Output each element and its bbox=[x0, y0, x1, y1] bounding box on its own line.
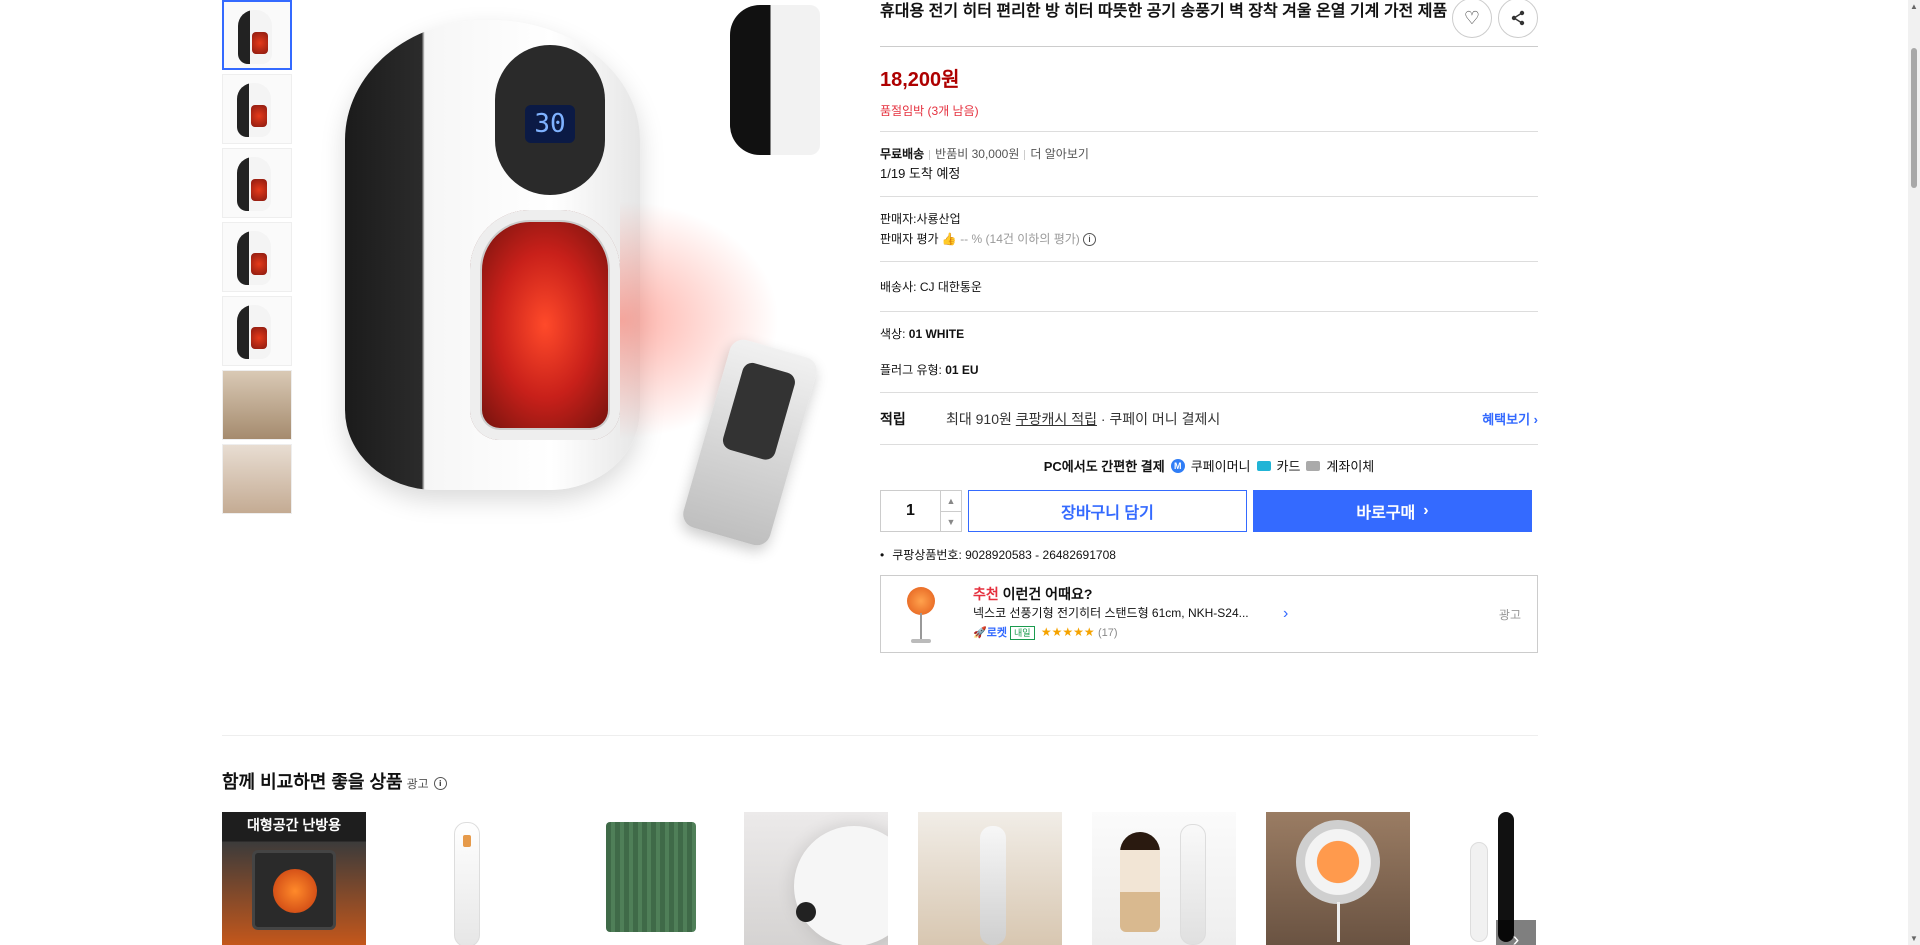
reward-section: 적립 최대 910원 쿠팡캐시 적립 · 쿠페이 머니 결제시 혜택보기 › bbox=[880, 392, 1538, 444]
tomorrow-badge: 내일 bbox=[1009, 626, 1035, 640]
scroll-up-icon[interactable]: ▲ bbox=[1910, 2, 1918, 11]
thumbnail-7[interactable] bbox=[222, 444, 292, 514]
thumbnail-list bbox=[222, 0, 294, 518]
add-to-cart-button[interactable]: 장바구니 담기 bbox=[968, 490, 1247, 532]
quantity-value[interactable]: 1 bbox=[881, 491, 941, 531]
buy-now-button[interactable]: 바로구매 › bbox=[1253, 490, 1532, 532]
compare-item-6[interactable] bbox=[1092, 812, 1236, 945]
stock-notice: 품절임박 (3개 남음) bbox=[880, 104, 979, 118]
thumbnail-2[interactable] bbox=[222, 74, 292, 144]
payment-coupay: 쿠페이머니 bbox=[1190, 459, 1251, 474]
bank-icon bbox=[1306, 460, 1321, 471]
quantity-up-icon[interactable]: ▲ bbox=[941, 491, 961, 511]
recommend-heading: 이런건 어때요? bbox=[1002, 586, 1093, 602]
compare-item-4[interactable] bbox=[744, 812, 888, 945]
coupay-money-icon: M bbox=[1170, 458, 1185, 473]
main-product-image: 30 bbox=[320, 0, 840, 549]
chevron-right-icon[interactable]: › bbox=[1283, 605, 1288, 623]
heater-side-view bbox=[730, 5, 820, 155]
product-info: 휴대용 전기 히터 편리한 방 히터 따뜻한 공기 송풍기 벽 장착 겨울 온열… bbox=[880, 0, 1538, 653]
thumbs-up-icon: 👍 bbox=[941, 232, 957, 246]
payment-card: 카드 bbox=[1276, 459, 1301, 474]
payment-heading: PC에서도 간편한 결제 bbox=[1043, 459, 1165, 474]
shipping-section: 무료배송 반품비 30,000원 더 알아보기 1/19 도착 예정 bbox=[880, 131, 1538, 196]
shipping-more-link[interactable]: 더 알아보기 bbox=[1030, 147, 1089, 161]
compare-item-3[interactable] bbox=[570, 812, 714, 945]
arrival-date: 1/19 도착 예정 bbox=[880, 166, 961, 181]
title-row: 휴대용 전기 히터 편리한 방 히터 따뜻한 공기 송풍기 벽 장착 겨울 온열… bbox=[880, 0, 1538, 47]
thumbnail-6[interactable] bbox=[222, 370, 292, 440]
benefit-link[interactable]: 혜택보기 › bbox=[1482, 409, 1538, 428]
reward-prefix: 최대 910원 bbox=[946, 410, 1012, 427]
coupang-cash-link[interactable]: 쿠팡캐시 적립 bbox=[1016, 411, 1097, 427]
chevron-right-icon: › bbox=[1423, 502, 1429, 519]
scroll-thumb[interactable] bbox=[1911, 48, 1917, 188]
seller-label: 판매자: bbox=[880, 212, 917, 226]
delivery-company: CJ 대한통운 bbox=[919, 280, 982, 294]
heart-icon[interactable]: ♡ bbox=[1452, 0, 1492, 38]
thumbnail-5[interactable] bbox=[222, 296, 292, 366]
return-fee: 반품비 30,000원 bbox=[935, 147, 1020, 161]
compare-product-list: 대형공간 난방용 bbox=[222, 812, 1538, 945]
seller-name[interactable]: 사룡산업 bbox=[916, 212, 960, 226]
card-icon bbox=[1256, 460, 1271, 471]
seller-section: 판매자:사룡산업 판매자 평가 👍 -- % (14건 이하의 평가) i bbox=[880, 196, 1538, 261]
purchase-row: 1 ▲ ▼ 장바구니 담기 바로구매 › bbox=[880, 490, 1538, 532]
recommend-product-name[interactable]: 넥스코 선풍기형 전기히터 스탠드형 61cm, NKH-S24... bbox=[973, 604, 1273, 623]
thumbnail-3[interactable] bbox=[222, 148, 292, 218]
review-count: (17) bbox=[1097, 627, 1118, 639]
delivery-section: 배송사: CJ 대한통운 bbox=[880, 261, 1538, 311]
compare-item-2[interactable] bbox=[396, 812, 540, 945]
option-plug[interactable]: 플러그 유형: 01 EU bbox=[880, 352, 1538, 388]
info-icon[interactable]: i bbox=[433, 776, 447, 790]
quantity-stepper[interactable]: 1 ▲ ▼ bbox=[880, 490, 962, 532]
thumbnail-1[interactable] bbox=[222, 0, 292, 70]
quantity-down-icon[interactable]: ▼ bbox=[941, 511, 961, 532]
compare-ad-label: 광고 bbox=[406, 777, 429, 791]
thumbnail-4[interactable] bbox=[222, 222, 292, 292]
product-number: 쿠팡상품번호: 9028920583 - 26482691708 bbox=[880, 546, 1538, 563]
compare-item-1[interactable]: 대형공간 난방용 bbox=[222, 812, 366, 945]
payment-bank: 계좌이체 bbox=[1326, 459, 1375, 474]
share-icon[interactable] bbox=[1498, 0, 1538, 38]
product-title: 휴대용 전기 히터 편리한 방 히터 따뜻한 공기 송풍기 벽 장착 겨울 온열… bbox=[880, 3, 1448, 20]
compare-item-7[interactable] bbox=[1266, 812, 1410, 945]
reward-label: 적립 bbox=[880, 410, 906, 427]
info-icon[interactable]: i bbox=[1083, 233, 1097, 247]
recommend-card[interactable]: 추천 이런건 어때요? 넥스코 선풍기형 전기히터 스탠드형 61cm, NKH… bbox=[880, 575, 1538, 653]
rocket-delivery-badge: 🚀로켓 bbox=[973, 627, 1007, 639]
ad-label: 광고 bbox=[1498, 607, 1521, 622]
page-scrollbar[interactable]: ▲ ▼ bbox=[1908, 0, 1920, 945]
carousel-next-button[interactable]: › bbox=[1496, 920, 1536, 945]
option-color[interactable]: 색상: 01 WHITE bbox=[880, 316, 1538, 352]
heater-display: 30 bbox=[525, 105, 575, 143]
recommend-tag: 추천 bbox=[973, 586, 999, 602]
compare-item-banner: 대형공간 난방용 bbox=[246, 817, 342, 833]
rating-stars: ★★★★★ bbox=[1040, 625, 1095, 639]
compare-section-title: 함께 비교하면 좋을 상품 광고 i bbox=[222, 768, 447, 794]
payment-methods: PC에서도 간편한 결제 M 쿠페이머니 카드 계좌이체 bbox=[880, 444, 1538, 486]
seller-rating-label: 판매자 평가 bbox=[880, 232, 939, 246]
free-shipping-label: 무료배송 bbox=[880, 147, 925, 161]
options-section: 색상: 01 WHITE 플러그 유형: 01 EU bbox=[880, 311, 1538, 392]
heater-grill bbox=[470, 210, 620, 440]
delivery-label: 배송사: bbox=[880, 280, 917, 294]
reward-suffix: · 쿠페이 머니 결제시 bbox=[1100, 410, 1221, 427]
product-price: 18,200원 bbox=[880, 69, 960, 91]
section-divider bbox=[222, 735, 1538, 736]
recommend-image bbox=[895, 581, 951, 647]
compare-item-5[interactable] bbox=[918, 812, 1062, 945]
scroll-down-icon[interactable]: ▼ bbox=[1910, 934, 1918, 943]
seller-rating-value: -- % (14건 이하의 평가) bbox=[960, 232, 1080, 246]
